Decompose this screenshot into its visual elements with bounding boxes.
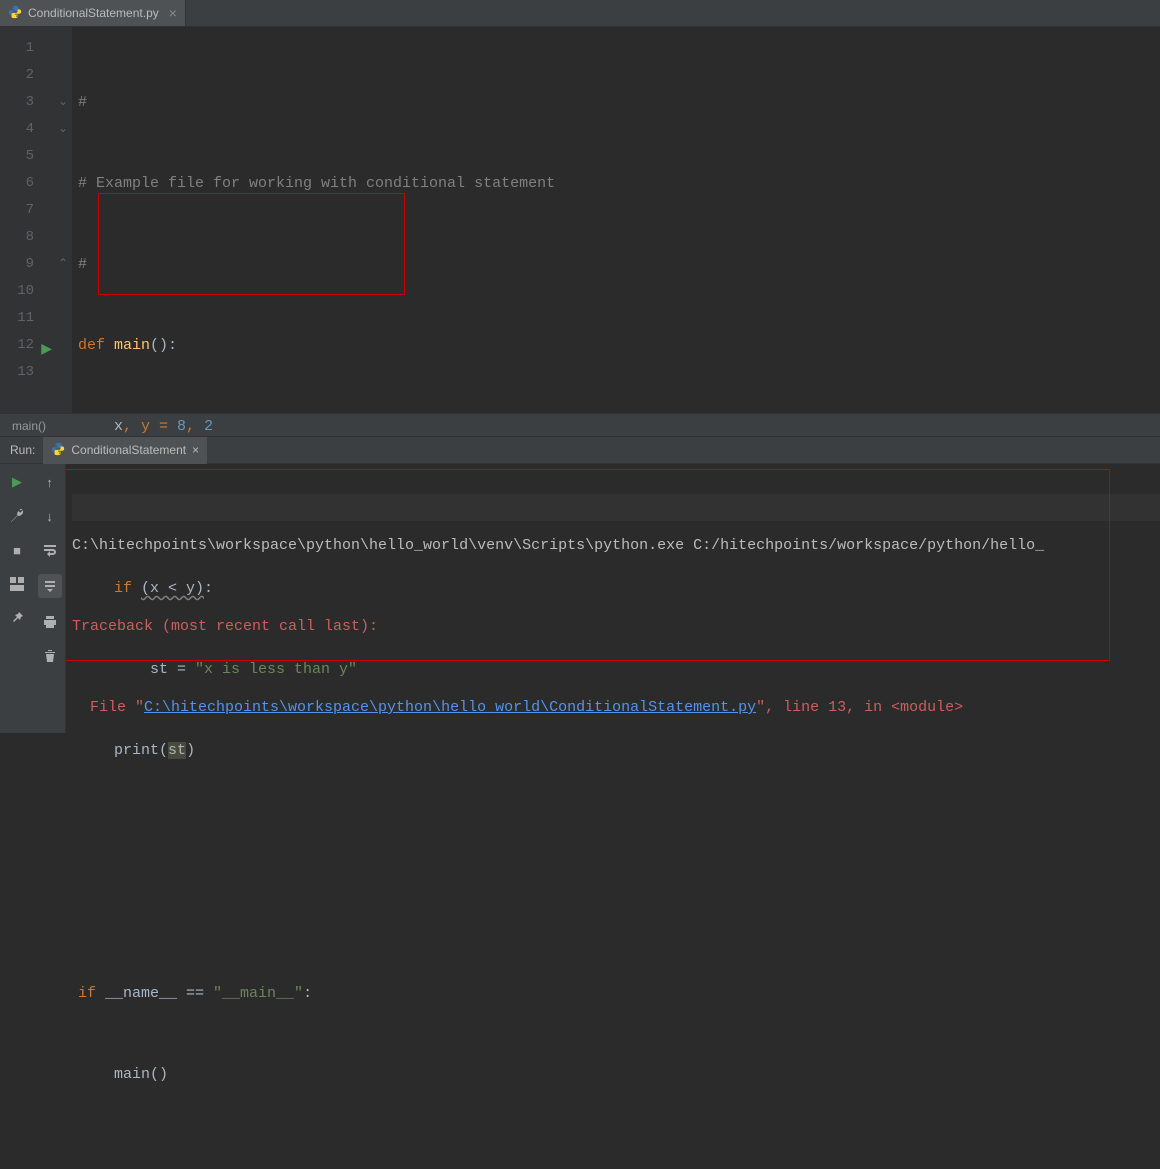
line-number: 1 <box>0 35 54 62</box>
line-number: 5 <box>0 143 54 170</box>
fold-gutter: ⌄⌄ ⌃ <box>54 27 72 413</box>
line-number: 3 <box>0 89 54 116</box>
code-line <box>72 899 1160 926</box>
code-line: # <box>72 89 1160 116</box>
code-area[interactable]: # # Example file for working with condit… <box>72 27 1160 413</box>
up-arrow-icon[interactable]: ↑ <box>40 472 60 492</box>
fold-end-icon: ⌃ <box>54 251 72 278</box>
file-tab[interactable]: ConditionalStatement.py × <box>0 0 186 26</box>
line-number: 7 <box>0 197 54 224</box>
stop-icon[interactable]: ■ <box>7 540 27 560</box>
highlight-box <box>98 193 405 295</box>
code-line: # <box>72 251 1160 278</box>
run-label: Run: <box>0 443 43 457</box>
scroll-to-end-icon[interactable] <box>38 574 62 598</box>
context-label: main() <box>12 419 46 433</box>
python-icon <box>8 5 22 22</box>
code-line: # Example file for working with conditio… <box>72 170 1160 197</box>
editor: 1 2 3 4 5 6 7 8 9 10 11 12▶ 13 ⌄⌄ ⌃ # # E… <box>0 27 1160 413</box>
line-number: 11 <box>0 305 54 332</box>
line-number: 4 <box>0 116 54 143</box>
editor-tabs: ConditionalStatement.py × <box>0 0 1160 27</box>
python-icon <box>51 442 65 459</box>
code-line: x, y = 8, 2 <box>72 413 1160 440</box>
code-line: main() <box>72 1061 1160 1088</box>
rerun-icon[interactable]: ▶ <box>7 472 27 492</box>
code-line <box>72 818 1160 845</box>
line-gutter: 1 2 3 4 5 6 7 8 9 10 11 12▶ 13 <box>0 27 54 413</box>
layout-icon[interactable] <box>7 574 27 594</box>
code-line: if __name__ == "__main__": <box>72 980 1160 1007</box>
code-line: print(st) <box>72 737 1160 764</box>
console-output[interactable]: C:\hitechpoints\workspace\python\hello_w… <box>66 464 1160 733</box>
pin-icon[interactable] <box>7 608 27 628</box>
fold-icon[interactable]: ⌄ <box>54 89 72 116</box>
line-number: 10 <box>0 278 54 305</box>
down-arrow-icon[interactable]: ↓ <box>40 506 60 526</box>
trash-icon[interactable] <box>40 646 60 666</box>
close-icon[interactable]: × <box>169 5 177 21</box>
line-number: 9 <box>0 251 54 278</box>
run-toolbar-left: ▶ ■ <box>0 464 34 733</box>
file-link[interactable]: C:\hitechpoints\workspace\python\hello_w… <box>144 699 756 716</box>
line-number: 2 <box>0 62 54 89</box>
soft-wrap-icon[interactable] <box>40 540 60 560</box>
run-toolbar-right: ↑ ↓ <box>34 464 66 733</box>
wrench-icon[interactable] <box>7 506 27 526</box>
print-icon[interactable] <box>40 612 60 632</box>
code-line: def main(): <box>72 332 1160 359</box>
console-line: File "C:\hitechpoints\workspace\python\h… <box>72 694 1154 721</box>
line-number: 12▶ <box>0 332 54 359</box>
run-toolwindow: ▶ ■ ↑ ↓ C:\hitechpoints\workspace\python… <box>0 464 1160 733</box>
line-number: 8 <box>0 224 54 251</box>
console-line: Traceback (most recent call last): <box>72 613 1154 640</box>
console-line: C:\hitechpoints\workspace\python\hello_w… <box>72 532 1154 559</box>
line-number: 13 <box>0 359 54 386</box>
file-tab-label: ConditionalStatement.py <box>28 6 159 20</box>
fold-icon[interactable]: ⌄ <box>54 116 72 143</box>
line-number: 6 <box>0 170 54 197</box>
